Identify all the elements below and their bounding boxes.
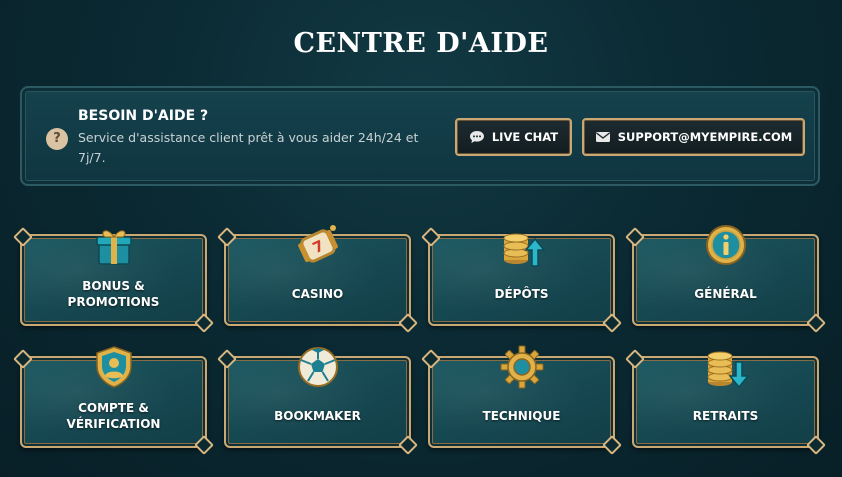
- envelope-icon: [595, 130, 611, 144]
- email-label: SUPPORT@MYEMPIRE.COM: [617, 130, 793, 144]
- soccer-ball-icon: [295, 344, 341, 390]
- shield-user-icon: [91, 344, 137, 390]
- category-label: BOOKMAKER: [274, 409, 361, 423]
- help-description: Service d'assistance client prêt à vous …: [78, 130, 419, 165]
- category-label: BONUS & PROMOTIONS: [67, 279, 160, 309]
- category-label: CASINO: [291, 287, 344, 301]
- page-title: CENTRE D'AIDE: [293, 28, 549, 59]
- coins-deposit-icon: [499, 222, 545, 268]
- chat-bubble-icon: [469, 130, 485, 144]
- email-support-button[interactable]: SUPPORT@MYEMPIRE.COM: [582, 118, 805, 156]
- help-title: BESOIN D'AIDE ?: [78, 108, 209, 124]
- gift-icon: [91, 222, 137, 268]
- coins-withdraw-icon: [703, 344, 749, 390]
- category-card-general[interactable]: GÉNÉRAL: [632, 225, 819, 326]
- category-card-technique[interactable]: TECHNIQUE: [428, 345, 615, 448]
- help-banner: ? BESOIN D'AIDE ? Service d'assistance c…: [20, 86, 820, 186]
- live-chat-label: LIVE CHAT: [491, 130, 559, 144]
- category-card-bonus-promotions[interactable]: BONUS & PROMOTIONS: [20, 230, 207, 326]
- category-label: DÉPÔTS: [494, 287, 549, 301]
- category-label: GÉNÉRAL: [694, 287, 757, 301]
- category-card-compte-verification[interactable]: COMPTE & VÉRIFICATION: [20, 346, 207, 448]
- category-label: COMPTE & VÉRIFICATION: [66, 401, 161, 431]
- slot-reel-icon: 7: [295, 222, 341, 268]
- category-card-casino[interactable]: 7 CASINO: [224, 225, 411, 326]
- info-icon: [703, 222, 749, 268]
- category-label: TECHNIQUE: [482, 409, 561, 423]
- gear-icon: [499, 344, 545, 390]
- live-chat-button[interactable]: LIVE CHAT: [455, 118, 572, 156]
- category-card-bookmaker[interactable]: BOOKMAKER: [224, 347, 411, 448]
- category-card-retraits[interactable]: RETRAITS: [632, 351, 819, 448]
- category-label: RETRAITS: [692, 409, 759, 423]
- category-card-depots[interactable]: DÉPÔTS: [428, 233, 615, 326]
- question-icon: ?: [46, 128, 68, 150]
